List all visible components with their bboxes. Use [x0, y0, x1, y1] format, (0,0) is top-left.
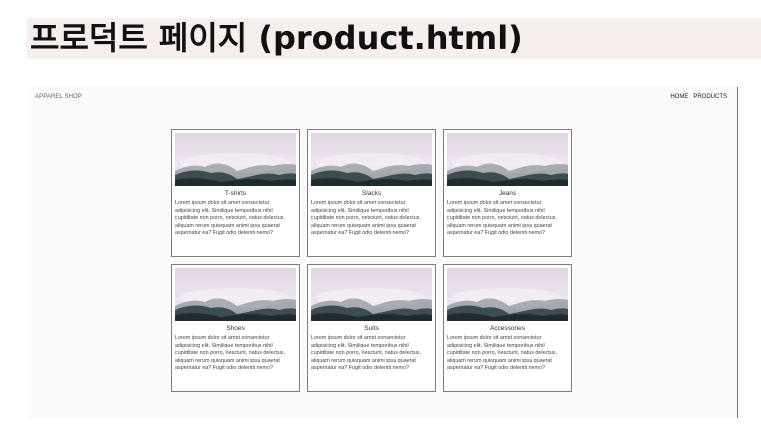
product-image — [311, 268, 432, 321]
product-title: Jeans — [498, 190, 517, 197]
product-title: Suits — [364, 325, 379, 332]
product-image — [175, 268, 296, 321]
product-description: Lorem ipsum dolor sit amet consectetur a… — [311, 335, 421, 371]
product-description: Lorem ipsum dolor sit amet consectetur a… — [175, 200, 285, 236]
product-description: Lorem ipsum dolor sit amet consectetur a… — [311, 200, 421, 236]
heading-banner: 프로덕트 페이지 (product.html) — [27, 18, 761, 59]
product-image — [311, 133, 432, 186]
product-card[interactable]: T-shirts Lorem ipsum dolor sit amet cons… — [171, 129, 300, 257]
site-brand[interactable]: APPAREL SHOP — [35, 94, 82, 100]
product-card[interactable]: Accessories Lorem ipsum dolor sit amet c… — [443, 264, 572, 392]
product-card[interactable]: Slacks Lorem ipsum dolor sit amet consec… — [307, 129, 436, 257]
product-card[interactable]: Jeans Lorem ipsum dolor sit amet consect… — [443, 129, 572, 257]
viewport-edge — [737, 87, 738, 418]
product-description: Lorem ipsum dolor sit amet consectetur a… — [447, 335, 557, 371]
product-description: Lorem ipsum dolor sit amet consectetur a… — [175, 335, 285, 371]
product-title: T-shirts — [224, 190, 247, 197]
product-card[interactable]: Suits Lorem ipsum dolor sit amet consect… — [307, 264, 436, 392]
browser-viewport: APPAREL SHOP HOME PRODUCTS T-shirts Lore… — [29, 87, 737, 418]
site-nav: HOME PRODUCTS — [670, 94, 727, 100]
product-image — [447, 133, 568, 186]
product-grid: T-shirts Lorem ipsum dolor sit amet cons… — [171, 129, 572, 392]
nav-home-link[interactable]: HOME — [670, 94, 688, 100]
product-description: Lorem ipsum dolor sit amet consectetur a… — [447, 200, 557, 236]
product-title: Shoes — [226, 325, 245, 332]
product-image — [447, 268, 568, 321]
product-title: Accessories — [489, 325, 526, 332]
product-image — [175, 133, 296, 186]
product-title: Slacks — [361, 190, 382, 197]
nav-products-link[interactable]: PRODUCTS — [693, 94, 727, 100]
product-card[interactable]: Shoes Lorem ipsum dolor sit amet consect… — [171, 264, 300, 392]
page-heading: 프로덕트 페이지 (product.html) — [30, 19, 523, 57]
